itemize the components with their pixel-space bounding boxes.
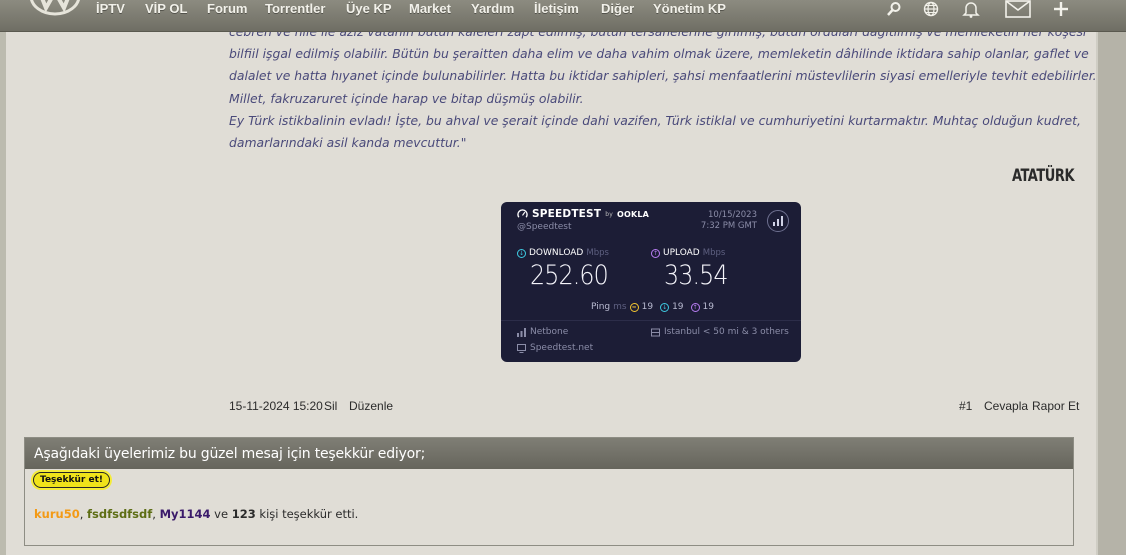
speedtest-brand: SPEEDTEST by OOKLA [517,208,649,220]
speedtest-result-image[interactable]: SPEEDTEST by OOKLA @Speedtest 10/15/2023… [501,202,801,362]
upload-arrow-icon: ↑ [651,248,660,258]
nav-admin-cp[interactable]: Yönetim KP [653,1,726,16]
report-link[interactable]: Rapor Et [1032,399,1079,413]
plus-icon[interactable] [1049,0,1073,18]
nav-contact[interactable]: İletişim [534,1,579,16]
download-label: ↓ DOWNLOAD Mbps [517,248,609,258]
nav-forum[interactable]: Forum [207,1,247,16]
ping-row: Ping ms ≈ 19 ↓ 19 ↑ 19 [591,302,714,312]
nav-user-cp[interactable]: Üye KP [346,1,392,16]
thanks-button[interactable]: Teşekkür et! [33,472,110,488]
quote-author: ATATÜRK [1011,166,1075,186]
post-date: 15-11-2024 15:20 [229,399,323,413]
ping-idle-icon: ≈ [629,302,639,312]
search-icon[interactable] [882,0,906,18]
nav-torrents[interactable]: Torrentler [265,1,325,16]
quote-line: bilfiil işgal edilmiş olabilir. Bütün bu… [229,46,1089,61]
upload-value: 33.54 [664,260,729,291]
ping-download-icon: ↓ [660,302,670,312]
isp-info: Netbone [517,327,568,337]
monitor-icon [517,343,526,353]
server-info: Istanbul < 50 mi & 3 others [651,327,789,337]
thanks-user-link[interactable]: My1144 [160,507,211,521]
quote-line: dalalet ve hatta hıyanet içinde bulunabi… [229,68,1097,83]
thanks-count[interactable]: 123 [232,507,256,521]
quote-line: damarlarındaki asil kanda mevcuttur." [229,135,467,150]
server-icon [651,328,660,336]
results-chart-icon [767,210,789,232]
upload-label: ↑ UPLOAD Mbps [651,248,726,258]
quote-line: Millet, fakruzaruret içinde harap ve bit… [229,91,584,106]
page-right-gutter [1096,0,1126,555]
site-logo[interactable] [28,0,82,18]
thanks-user-link[interactable]: kuru50 [34,507,80,521]
speedtest-site: Speedtest.net [517,343,593,353]
top-navbar: İPTV VİP OL Forum Torrentler Üye KP Mark… [0,0,1126,32]
thanks-list: kuru50, fsdfsdfsdf, My1144 ve 123 kişi t… [34,507,359,521]
signal-icon [517,327,526,337]
edit-link[interactable]: Düzenle [349,399,393,413]
thanks-user-link[interactable]: fsdfsdfsdf [87,507,152,521]
globe-icon[interactable] [919,0,943,18]
divider [501,320,801,321]
thanks-panel: Aşağıdaki üyelerimiz bu güzel mesaj için… [24,437,1074,546]
download-value: 252.60 [530,260,609,291]
nav-vip[interactable]: VİP OL [145,1,187,16]
speedtest-handle: @Speedtest [517,222,572,232]
mail-icon[interactable] [1004,0,1032,18]
download-arrow-icon: ↓ [517,248,526,258]
nav-help[interactable]: Yardım [471,1,514,16]
quote-line: Ey Türk istikbalinin evladı! İşte, bu ah… [229,113,1081,128]
bell-icon[interactable] [959,0,983,18]
speedtest-datetime: 10/15/2023 7:32 PM GMT [700,210,757,231]
thanks-header: Aşağıdaki üyelerimiz bu güzel mesaj için… [25,438,1073,469]
nav-other[interactable]: Diğer [601,1,634,16]
gauge-icon [517,208,528,218]
ping-upload-icon: ↑ [690,302,700,312]
post-number-link[interactable]: #1 [959,399,972,413]
nav-iptv[interactable]: İPTV [96,1,125,16]
reply-link[interactable]: Cevapla [984,399,1028,413]
delete-link[interactable]: Sil [324,399,337,413]
nav-market[interactable]: Market [409,1,451,16]
